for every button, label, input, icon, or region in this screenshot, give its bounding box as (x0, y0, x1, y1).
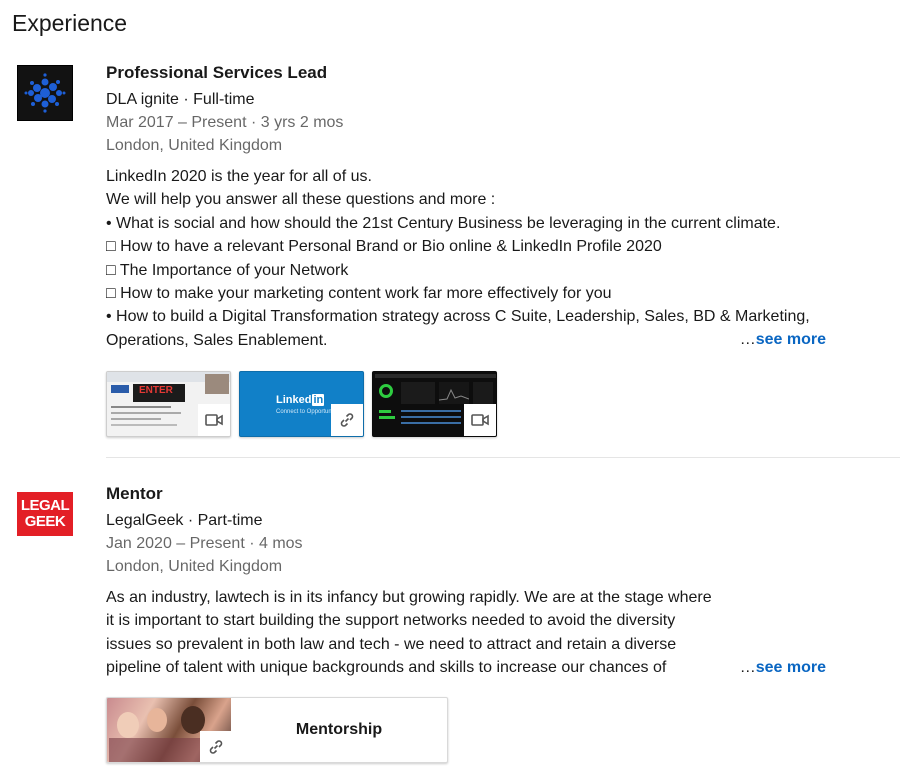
description-line: LinkedIn 2020 is the year for all of us. (106, 168, 372, 185)
legalgeek-logo-text: GEEK (24, 513, 66, 530)
media-card-mentorship[interactable]: Mentorship (106, 697, 448, 763)
description-line: pipeline of talent with unique backgroun… (106, 659, 667, 677)
media-thumbnail-link[interactable]: Linked in Connect to Opportunity (239, 371, 364, 437)
company-name: DLA ignite · Full-time (106, 91, 255, 108)
thumbnail-caption: ENTER (139, 385, 173, 396)
dla-ignite-logo-mark (24, 73, 66, 113)
linkedin-in-badge: in (312, 394, 325, 406)
media-thumbnail-video[interactable]: ENTER (106, 371, 231, 437)
entry-divider (106, 457, 900, 458)
location: London, United Kingdom (106, 558, 283, 575)
see-more-ellipsis: … (739, 331, 756, 348)
video-camera-icon (198, 404, 230, 436)
job-title[interactable]: Mentor (106, 483, 303, 505)
legalgeek-logo[interactable]: LEGAL GEEK (17, 492, 73, 536)
see-more-label: see more (755, 659, 826, 676)
description-line: • What is social and how should the 21st… (106, 214, 781, 232)
description-line: it is important to start building the su… (106, 612, 676, 630)
see-more-button[interactable]: …see more (740, 659, 826, 677)
media-thumbnail-video[interactable] (372, 371, 497, 437)
description-line: As an industry, lawtech is in its infanc… (106, 589, 712, 606)
section-title: Experience (12, 10, 128, 36)
video-camera-icon (464, 404, 496, 436)
see-more-ellipsis: … (739, 659, 756, 676)
description-line: issues so prevalent in both law and tech… (106, 635, 677, 653)
see-more-label: see more (755, 331, 826, 348)
description-line: • How to build a Digital Transformation … (106, 308, 810, 326)
date-range: Mar 2017 – Present · 3 yrs 2 mos (106, 114, 344, 131)
thumbnail-subtitle: Connect to Opportunity (276, 409, 338, 415)
see-more-button[interactable]: …see more (740, 331, 826, 349)
description-line: Operations, Sales Enablement. (106, 331, 328, 349)
job-description: As an industry, lawtech is in its infanc… (106, 586, 712, 680)
description-line: We will help you answer all these questi… (106, 191, 496, 209)
description-line: □ The Importance of your Network (106, 261, 349, 279)
job-title[interactable]: Professional Services Lead (106, 62, 343, 84)
location: London, United Kingdom (106, 137, 283, 154)
media-card-title: Mentorship (295, 721, 383, 738)
date-range: Jan 2020 – Present · 4 mos (106, 535, 303, 552)
job-description: LinkedIn 2020 is the year for all of us.… (106, 165, 810, 352)
linkedin-wordmark: Linked in (276, 394, 325, 406)
description-line: □ How to make your marketing content wor… (106, 285, 612, 303)
dla-ignite-logo[interactable] (17, 65, 73, 121)
link-icon (331, 404, 363, 436)
description-line: □ How to have a relevant Personal Brand … (106, 238, 662, 256)
legalgeek-logo-text: LEGAL (20, 497, 70, 514)
company-name: LegalGeek · Part-time (106, 512, 263, 529)
linkedin-wordmark-text: Linked (276, 394, 312, 406)
link-icon (200, 731, 231, 762)
